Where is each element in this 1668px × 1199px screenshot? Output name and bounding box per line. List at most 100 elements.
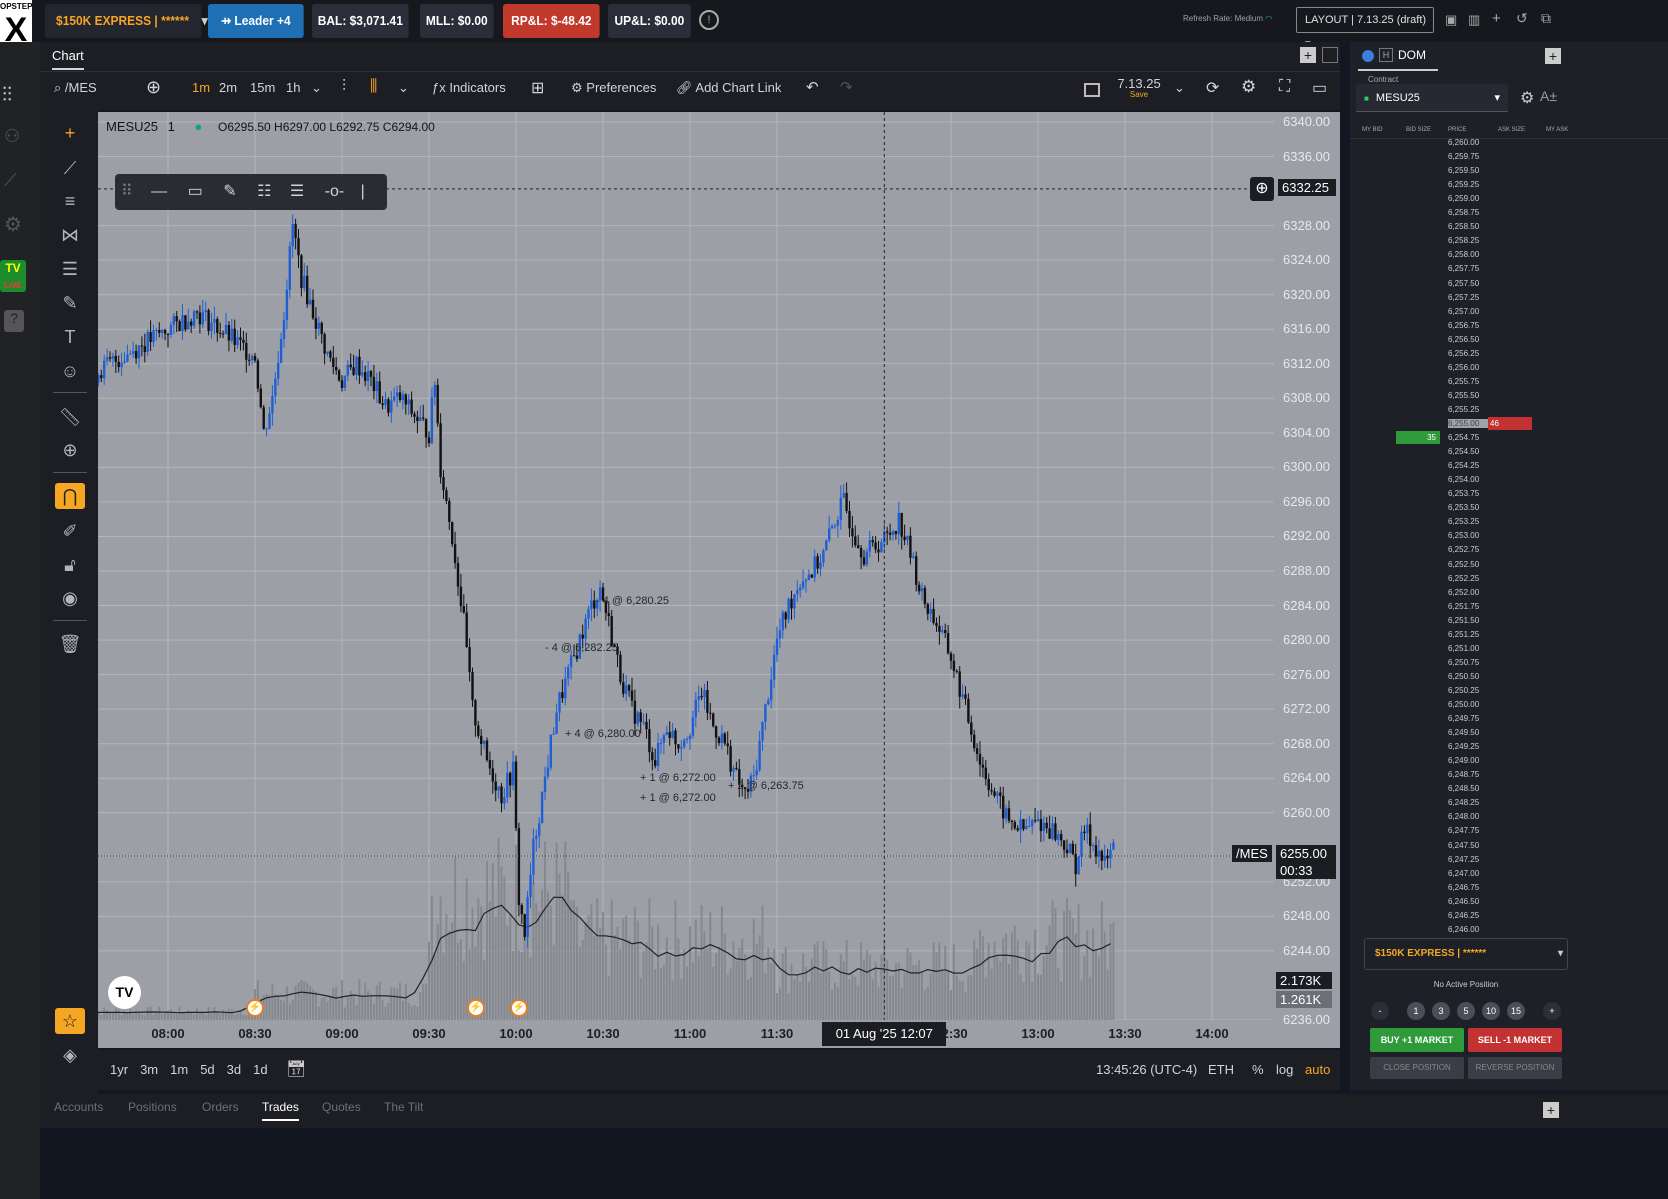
- log-toggle[interactable]: log: [1276, 1062, 1293, 1077]
- dom-row[interactable]: 6,259.50: [1350, 164, 1668, 178]
- dom-row[interactable]: 6,249.50: [1350, 726, 1668, 740]
- candle-style-icon[interactable]: ⫼: [370, 78, 377, 96]
- dom-row[interactable]: 6,253.50: [1350, 501, 1668, 515]
- trash-icon[interactable]: ▥: [1468, 12, 1480, 28]
- dom-row[interactable]: 6,251.50: [1350, 614, 1668, 628]
- chevron-down-icon[interactable]: ⌄: [311, 80, 322, 96]
- session-toggle[interactable]: ETH: [1208, 1062, 1234, 1077]
- dom-row[interactable]: 6,250.50: [1350, 670, 1668, 684]
- gear-icon[interactable]: ⚙: [1520, 88, 1534, 108]
- chevron-down-icon[interactable]: ⌄: [398, 80, 409, 96]
- ray-icon[interactable]: -o-: [325, 183, 345, 200]
- qty-preset-button[interactable]: 1: [1407, 1002, 1425, 1020]
- dom-row[interactable]: 6,254.25: [1350, 459, 1668, 473]
- users-icon[interactable]: ⚇: [4, 126, 20, 147]
- dom-row[interactable]: 6,247.50: [1350, 839, 1668, 853]
- select-box-icon[interactable]: [1084, 83, 1100, 97]
- ruler-icon[interactable]: 📏︎: [55, 404, 85, 430]
- lock-icon[interactable]: 🔓︎: [55, 552, 85, 578]
- dom-row[interactable]: 6,252.25: [1350, 572, 1668, 586]
- qty-decrement-button[interactable]: -: [1371, 1002, 1389, 1020]
- fib-lines-icon[interactable]: ≡: [55, 188, 85, 214]
- dom-row[interactable]: 6,254.75 35: [1350, 431, 1668, 445]
- event-marker-icon[interactable]: ⚡: [246, 999, 264, 1017]
- interval-15m[interactable]: 15m: [250, 80, 275, 95]
- dom-row[interactable]: 6,247.25: [1350, 853, 1668, 867]
- trendline-icon[interactable]: ⟋: [55, 155, 85, 181]
- pattern-icon[interactable]: ⋈: [55, 222, 85, 248]
- dom-row[interactable]: 6,250.25: [1350, 684, 1668, 698]
- add-panel-icon[interactable]: +: [1545, 48, 1561, 64]
- undo-icon[interactable]: ↺: [1516, 10, 1528, 27]
- dom-row[interactable]: 6,246.75: [1350, 881, 1668, 895]
- dom-row[interactable]: 6,252.75: [1350, 543, 1668, 557]
- tv-live-icon[interactable]: TV LIVE: [0, 260, 26, 292]
- dom-row[interactable]: 6,248.00: [1350, 810, 1668, 824]
- compare-icon[interactable]: ⊕: [146, 77, 161, 98]
- zoom-in-icon[interactable]: ⊕: [55, 437, 85, 463]
- event-marker-icon[interactable]: ⚡: [510, 999, 528, 1017]
- dom-row[interactable]: 6,256.50: [1350, 333, 1668, 347]
- dom-row[interactable]: 6,255.25: [1350, 403, 1668, 417]
- qty-increment-button[interactable]: +: [1543, 1002, 1561, 1020]
- dom-row[interactable]: 6,249.00: [1350, 754, 1668, 768]
- dom-row[interactable]: 6,249.75: [1350, 712, 1668, 726]
- dom-row[interactable]: 6,247.75: [1350, 824, 1668, 838]
- dom-row[interactable]: 6,250.75: [1350, 656, 1668, 670]
- dom-row[interactable]: 6,257.25: [1350, 291, 1668, 305]
- clock-icon[interactable]: !: [699, 10, 719, 30]
- range-button[interactable]: 3m: [140, 1062, 158, 1077]
- save-icon[interactable]: ▣: [1445, 12, 1457, 28]
- layout-selector[interactable]: LAYOUT | 7.13.25 (draft) ▾: [1296, 7, 1434, 50]
- levels-icon[interactable]: ☷: [257, 183, 271, 200]
- horizontal-line-icon[interactable]: —: [151, 183, 167, 200]
- settings-icon[interactable]: ⚙: [4, 212, 22, 237]
- dom-row[interactable]: 6,247.00: [1350, 867, 1668, 881]
- dom-row[interactable]: 6,251.00: [1350, 642, 1668, 656]
- text-icon[interactable]: T: [55, 324, 85, 350]
- dom-row[interactable]: 6,256.75: [1350, 319, 1668, 333]
- add-panel-icon[interactable]: +: [1300, 47, 1316, 63]
- qty-preset-button[interactable]: 15: [1507, 1002, 1525, 1020]
- help-icon[interactable]: ?: [4, 310, 24, 332]
- dom-row[interactable]: 6,252.50: [1350, 558, 1668, 572]
- dom-row[interactable]: 6,257.75: [1350, 262, 1668, 276]
- vertical-line-icon[interactable]: |: [361, 183, 365, 200]
- add-tab-icon[interactable]: +: [1543, 1102, 1559, 1118]
- dom-row[interactable]: 6,258.00: [1350, 248, 1668, 262]
- tab-chart[interactable]: Chart: [52, 48, 84, 70]
- preferences-button[interactable]: ⚙ Preferences: [571, 80, 656, 96]
- qty-preset-button[interactable]: 3: [1432, 1002, 1450, 1020]
- levels-alt-icon[interactable]: ☰: [290, 183, 304, 200]
- tab-dom[interactable]: DOM: [1398, 48, 1426, 62]
- rectangle-icon[interactable]: ▭: [188, 183, 203, 200]
- range-button[interactable]: 1d: [253, 1062, 267, 1077]
- tab-the-tilt[interactable]: The Tilt: [384, 1100, 423, 1114]
- dom-row[interactable]: 6,255.50: [1350, 389, 1668, 403]
- camera-icon[interactable]: ▭: [1312, 78, 1327, 98]
- dom-row[interactable]: 6,259.25: [1350, 178, 1668, 192]
- gear-icon[interactable]: ⚙: [1241, 77, 1256, 97]
- drag-handle-icon[interactable]: ⠿: [121, 183, 133, 200]
- plus-icon[interactable]: +: [1492, 10, 1501, 27]
- dom-row[interactable]: 6,256.00: [1350, 361, 1668, 375]
- dom-row[interactable]: 6,257.00: [1350, 305, 1668, 319]
- add-chart-link-button[interactable]: 🔗︎ Add Chart Link: [676, 80, 781, 96]
- fullscreen-icon[interactable]: ⛶: [1279, 78, 1290, 96]
- magnet-icon[interactable]: ⋂: [55, 483, 85, 509]
- dom-row[interactable]: 6,246.50: [1350, 895, 1668, 909]
- auto-toggle[interactable]: auto: [1305, 1062, 1330, 1077]
- projection-icon[interactable]: ☰: [55, 256, 85, 282]
- event-marker-icon[interactable]: ⚡: [467, 999, 485, 1017]
- pen-icon[interactable]: ✎: [223, 183, 236, 200]
- eye-icon[interactable]: ◉: [55, 585, 85, 611]
- add-alert-icon[interactable]: ⊕: [1250, 176, 1274, 201]
- interval-1h[interactable]: 1h: [286, 80, 300, 95]
- symbol-search[interactable]: ⌕ /MES: [54, 80, 97, 96]
- qty-preset-button[interactable]: 5: [1457, 1002, 1475, 1020]
- dom-account-selector[interactable]: $150K EXPRESS | ****** ▾: [1364, 938, 1568, 970]
- dom-row[interactable]: 6,253.00: [1350, 529, 1668, 543]
- dom-row[interactable]: 6,254.00: [1350, 473, 1668, 487]
- font-size-icon[interactable]: A±: [1540, 88, 1557, 104]
- interval-1m[interactable]: 1m: [192, 80, 210, 95]
